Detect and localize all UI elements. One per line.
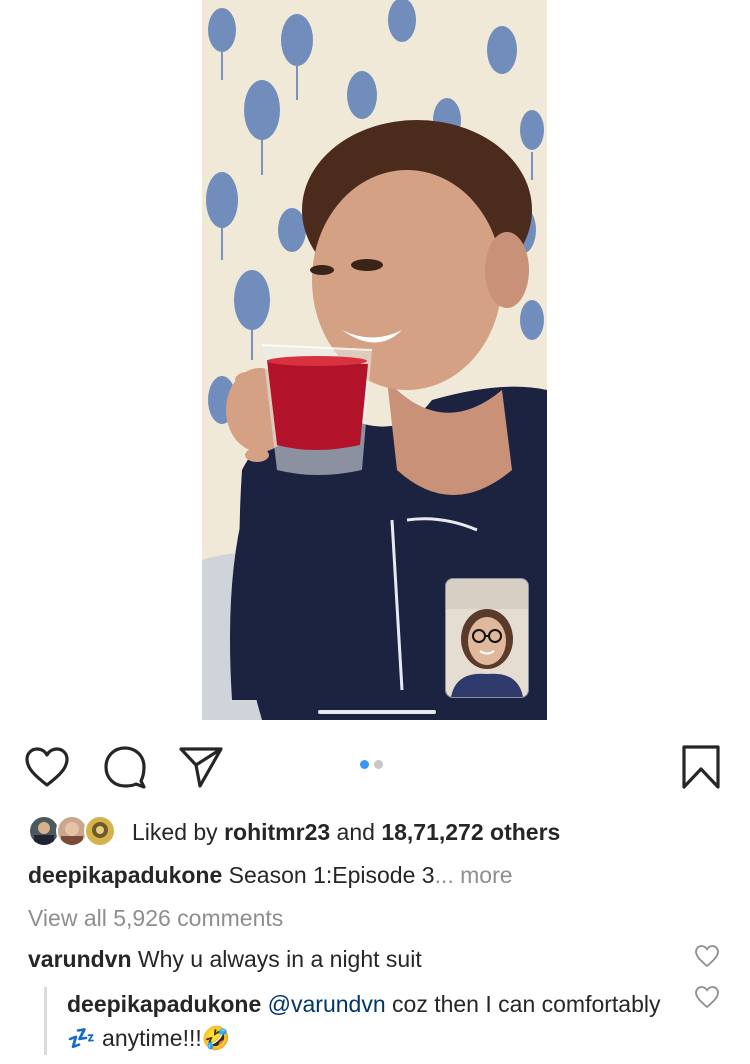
home-indicator bbox=[318, 710, 436, 714]
laughing-emoji: 🤣 bbox=[201, 1025, 231, 1051]
comment-icon bbox=[104, 746, 146, 789]
liker-username[interactable]: rohitmr23 bbox=[224, 819, 330, 846]
caption-ellipsis: ... bbox=[434, 862, 454, 888]
view-all-comments-link[interactable]: View all 5,926 comments bbox=[28, 905, 283, 932]
comment-item: varundvn Why u always in a night suit bbox=[28, 946, 678, 973]
post-media[interactable] bbox=[0, 0, 750, 722]
reply-text-end: anytime!!! bbox=[102, 1025, 202, 1051]
comment-username[interactable]: varundvn bbox=[28, 946, 132, 972]
heart-outline-icon bbox=[695, 986, 719, 1009]
carousel-indicator bbox=[360, 760, 383, 769]
paper-plane-icon bbox=[179, 747, 223, 788]
video-call-preview bbox=[445, 578, 529, 698]
share-button[interactable] bbox=[176, 742, 226, 792]
comment-button[interactable] bbox=[100, 742, 150, 792]
likes-prefix: Liked by bbox=[132, 818, 218, 845]
reply-username[interactable]: deepikapadukone bbox=[67, 991, 261, 1017]
reply-text: coz then I can comfortably bbox=[392, 991, 661, 1017]
avatar bbox=[84, 815, 116, 847]
comment-like-button[interactable] bbox=[694, 944, 720, 970]
bookmark-icon bbox=[682, 745, 720, 789]
like-button[interactable] bbox=[22, 742, 72, 792]
heart-outline-icon bbox=[695, 945, 719, 968]
comment-text: Why u always in a night suit bbox=[137, 946, 422, 972]
carousel-dot bbox=[374, 760, 383, 769]
caption-username[interactable]: deepikapadukone bbox=[28, 862, 222, 888]
reply-mention[interactable]: @varundvn bbox=[268, 991, 386, 1017]
caption-more-link[interactable]: more bbox=[460, 862, 512, 888]
save-button[interactable] bbox=[676, 742, 726, 792]
likes-count[interactable]: 18,71,272 others bbox=[381, 819, 560, 846]
post-caption: deepikapadukone Season 1:Episode 3... mo… bbox=[28, 862, 513, 889]
liker-avatars bbox=[28, 815, 120, 849]
caption-text: Season 1:Episode 3 bbox=[228, 862, 435, 888]
reply-item: deepikapadukone @varundvn coz then I can… bbox=[44, 987, 667, 1055]
heart-outline-icon bbox=[25, 747, 69, 787]
action-bar bbox=[0, 732, 750, 802]
reply-like-button[interactable] bbox=[694, 985, 720, 1011]
likes-row[interactable]: Liked by rohitmr23 and 18,71,272 others bbox=[28, 812, 560, 852]
sleeping-emoji: 💤 bbox=[67, 1025, 96, 1051]
carousel-dot-active bbox=[360, 760, 369, 769]
likes-and: and bbox=[336, 818, 375, 845]
